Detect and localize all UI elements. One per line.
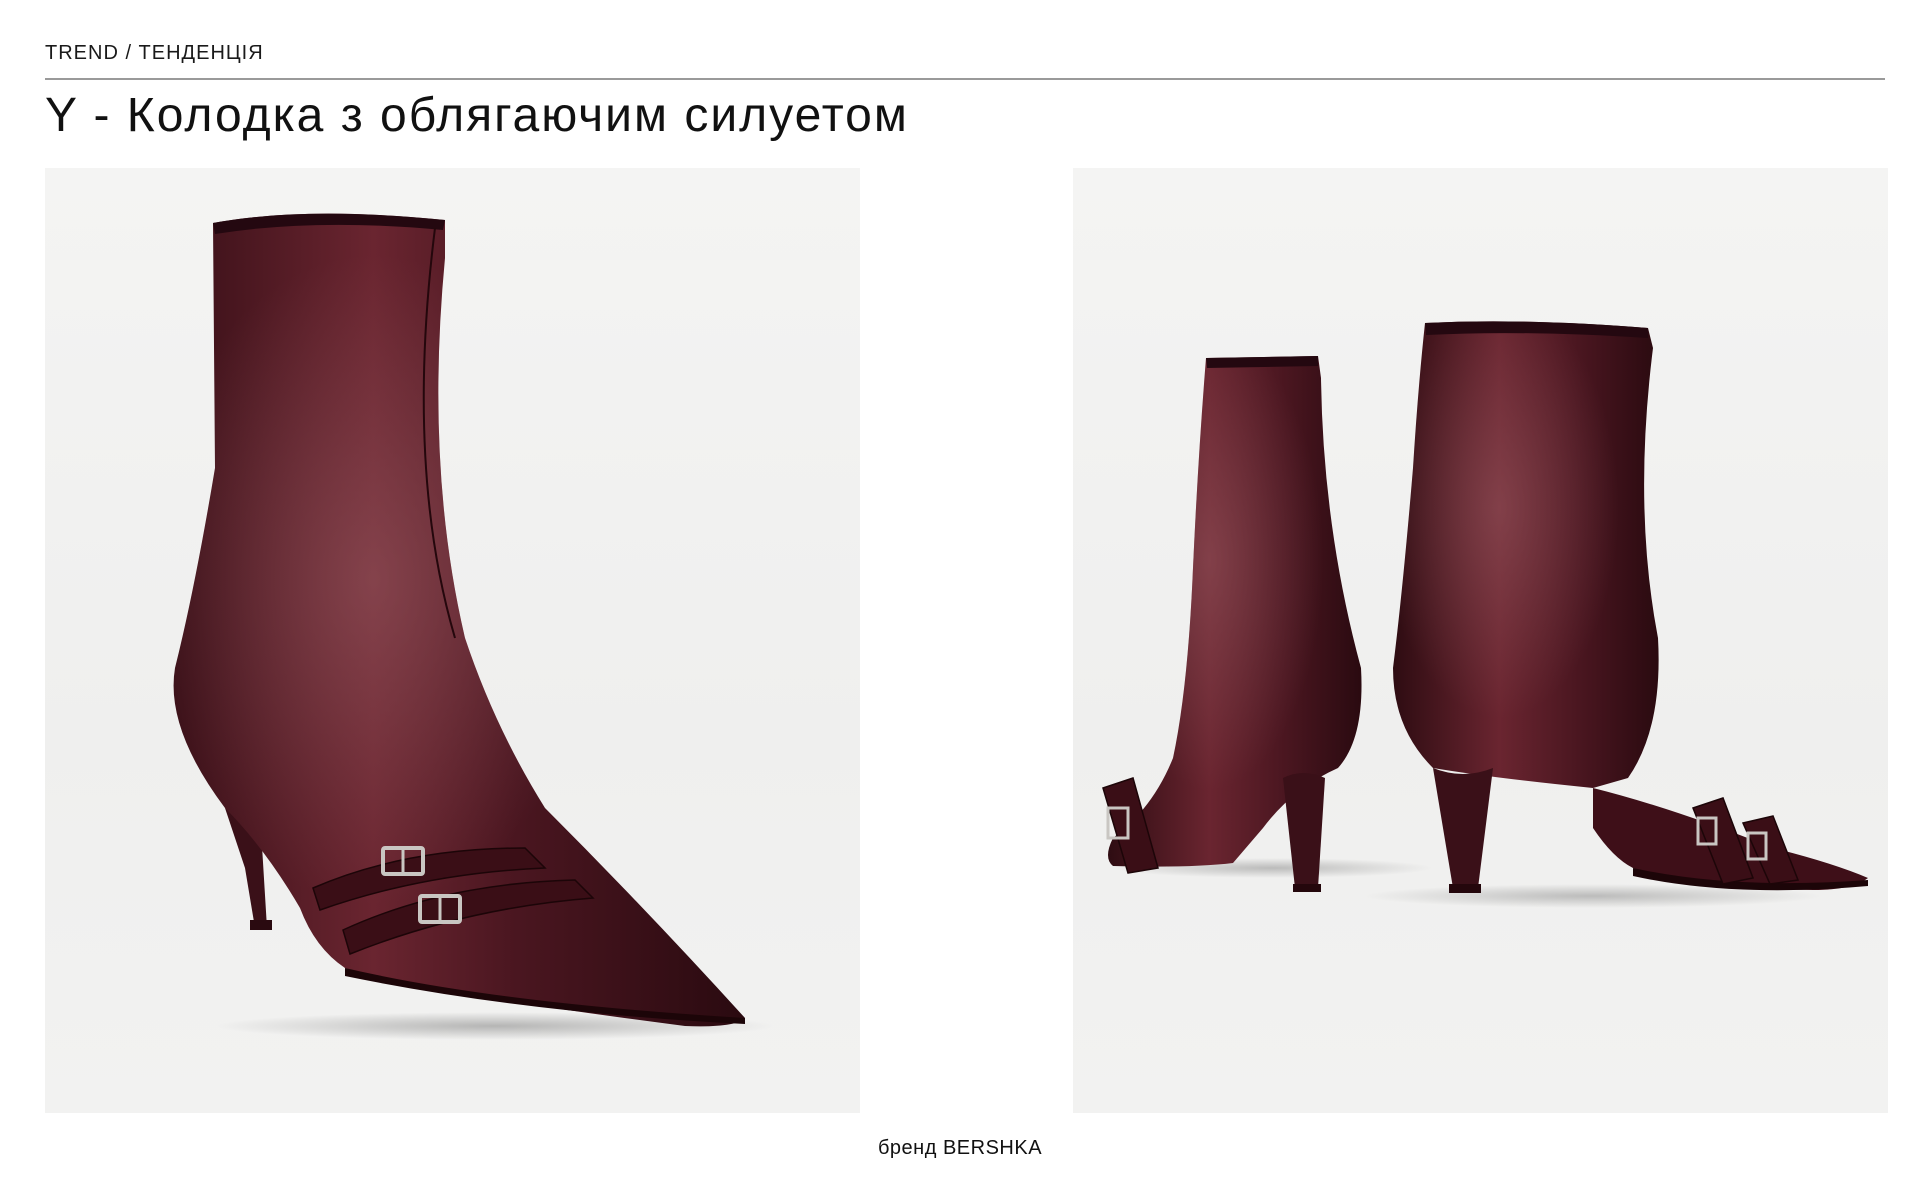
product-photo-boots-pair <box>1073 168 1888 1113</box>
boots-pair-illustration <box>1102 321 1868 908</box>
product-photo-boot-front <box>45 168 860 1113</box>
boot-front-illustration <box>173 213 775 1040</box>
section-kicker: TREND / ТЕНДЕНЦІЯ <box>45 42 264 64</box>
header-divider <box>45 78 1885 80</box>
page-title: Y - Колодка з облягаючим силуетом <box>45 89 909 142</box>
brand-caption: бренд BERSHKA <box>877 1137 1043 1159</box>
